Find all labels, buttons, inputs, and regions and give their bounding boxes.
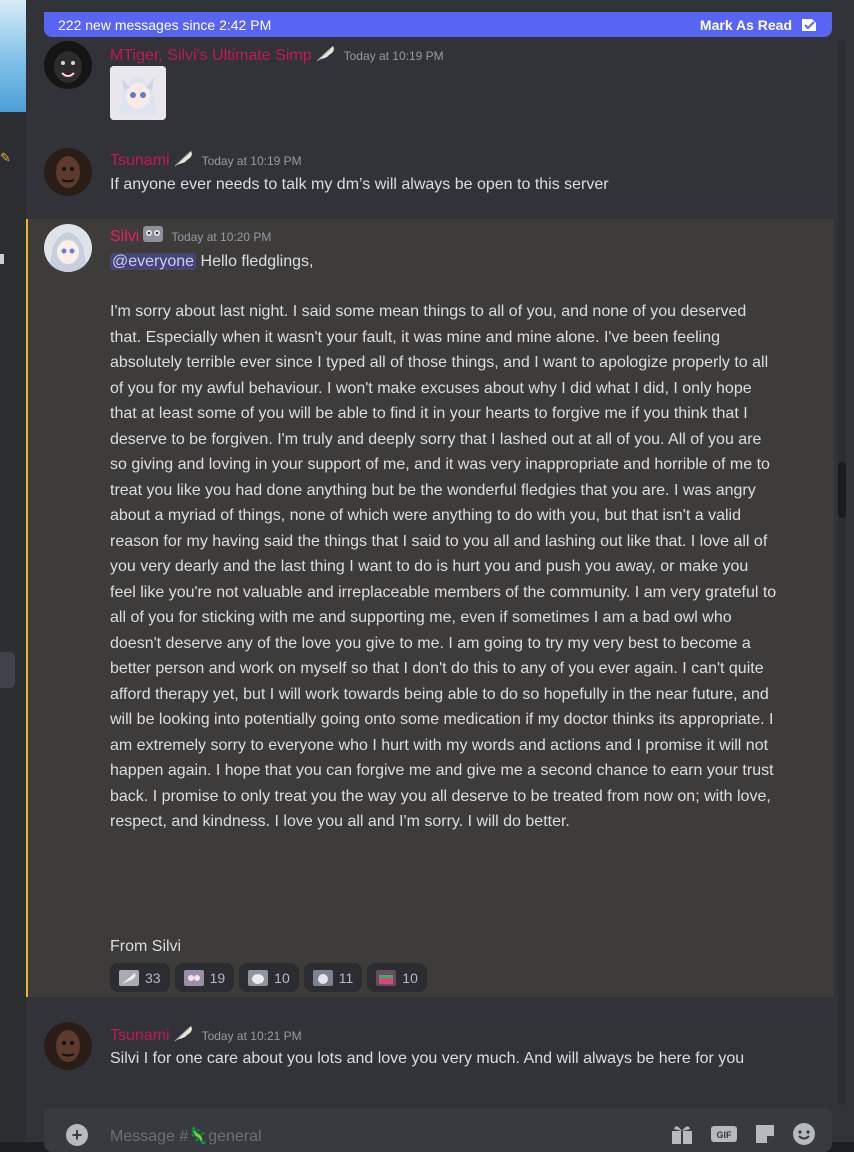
scrollbar-thumb[interactable] bbox=[838, 462, 846, 518]
unread-indicator bbox=[0, 254, 4, 264]
placeholder-prefix: Message # bbox=[110, 1128, 189, 1145]
add-attachment-icon[interactable]: + bbox=[66, 1124, 88, 1146]
reaction-hug[interactable]: 10 bbox=[239, 963, 299, 992]
sticker-image[interactable] bbox=[110, 66, 166, 120]
author-name[interactable]: MTiger, Silvi's Ultimate Simp bbox=[110, 47, 312, 65]
feather-role-icon bbox=[315, 43, 337, 68]
avatar[interactable] bbox=[44, 148, 92, 196]
mark-as-read-button[interactable]: Mark As Read bbox=[700, 17, 818, 33]
owl-emoji-icon bbox=[183, 969, 204, 986]
feather-emoji-icon bbox=[119, 969, 139, 986]
author-name[interactable]: Tsunami bbox=[110, 152, 170, 170]
pat-emoji-icon bbox=[312, 969, 333, 986]
message-text: Silvi I for one care about you lots and … bbox=[110, 1050, 745, 1067]
everyone-mention[interactable]: @everyone bbox=[110, 253, 197, 270]
reaction-count: 10 bbox=[402, 969, 418, 986]
timestamp: Today at 10:20 PM bbox=[171, 229, 272, 244]
author-name[interactable]: Tsunami bbox=[110, 1027, 170, 1045]
message-input[interactable]: Message #🦎general bbox=[110, 1126, 262, 1146]
feather-role-icon bbox=[173, 1023, 195, 1048]
timestamp: Today at 10:19 PM bbox=[201, 153, 302, 168]
selected-channel-item[interactable] bbox=[0, 652, 15, 688]
timestamp: Today at 10:21 PM bbox=[201, 1028, 302, 1043]
mark-read-icon bbox=[802, 18, 816, 31]
avatar[interactable] bbox=[44, 41, 92, 89]
message-body: I'm sorry about last night. I said some … bbox=[110, 303, 777, 830]
pencil-icon: ✎ bbox=[0, 150, 11, 165]
reaction-cake[interactable]: 10 bbox=[367, 963, 427, 992]
feather-role-icon bbox=[173, 148, 195, 173]
placeholder-channel: general bbox=[208, 1128, 262, 1145]
owl-role-icon bbox=[142, 224, 164, 249]
mark-as-read-label: Mark As Read bbox=[699, 16, 792, 33]
server-sidebar-edge: ✎ bbox=[0, 0, 26, 1142]
message-signoff: From Silvi bbox=[110, 938, 182, 955]
reaction-pat[interactable]: 11 bbox=[303, 963, 363, 992]
scrollbar-track[interactable] bbox=[838, 40, 846, 1105]
svg-text:GIF: GIF bbox=[717, 1130, 733, 1140]
reaction-owl[interactable]: 19 bbox=[174, 963, 235, 992]
reaction-feather[interactable]: 33 bbox=[110, 963, 170, 992]
chat-panel: 222 new messages since 2:42 PM Mark As R… bbox=[26, 0, 854, 1152]
reaction-count: 33 bbox=[145, 969, 161, 986]
new-messages-text: 222 new messages since 2:42 PM bbox=[58, 16, 272, 33]
author-name[interactable]: Silvi bbox=[110, 228, 139, 246]
message-text: If anyone ever needs to talk my dm’s wil… bbox=[110, 176, 609, 193]
reaction-count: 19 bbox=[209, 969, 226, 986]
server-banner-image bbox=[0, 0, 26, 112]
cake-emoji-icon bbox=[376, 969, 397, 986]
hug-emoji-icon bbox=[248, 969, 269, 986]
avatar[interactable] bbox=[44, 224, 92, 272]
channel-emoji-icon: 🦎 bbox=[188, 1128, 209, 1145]
reaction-count: 11 bbox=[338, 969, 354, 986]
reaction-bar: 33 19 10 11 10 bbox=[110, 963, 427, 992]
new-messages-bar[interactable]: 222 new messages since 2:42 PM Mark As R… bbox=[44, 12, 832, 37]
greeting-text: Hello fledglings, bbox=[196, 253, 314, 270]
timestamp: Today at 10:19 PM bbox=[343, 48, 444, 63]
gif-icon[interactable]: GIF bbox=[710, 1124, 738, 1144]
emoji-icon[interactable] bbox=[792, 1122, 816, 1146]
message-first-line: @everyone Hello fledglings, bbox=[110, 249, 790, 275]
message-composer[interactable]: + Message #🦎general GIF bbox=[44, 1108, 832, 1152]
reaction-count: 10 bbox=[274, 969, 290, 986]
avatar[interactable] bbox=[44, 1022, 92, 1070]
